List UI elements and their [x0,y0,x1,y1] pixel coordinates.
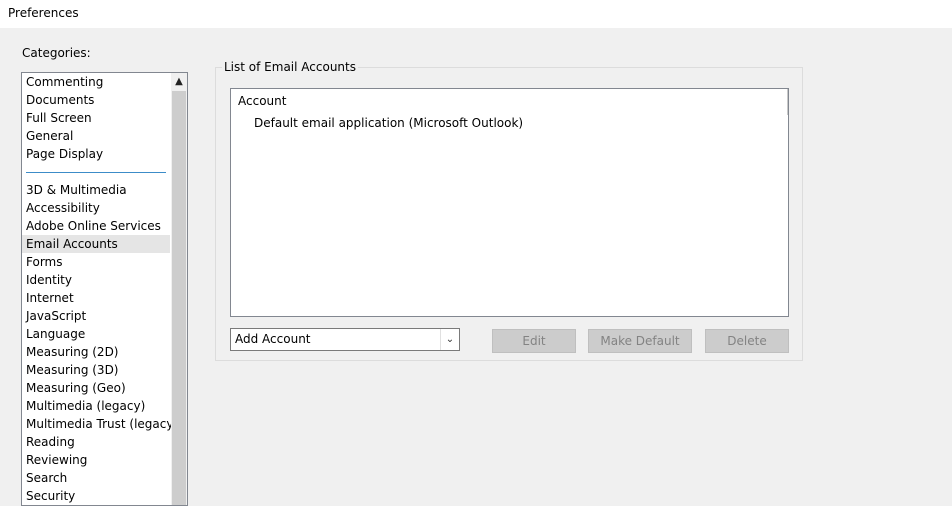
account-row[interactable]: Default email application (Microsoft Out… [254,116,523,130]
accounts-list[interactable]: Account Default email application (Micro… [230,88,789,317]
category-item[interactable]: Accessibility [22,199,170,217]
title-bar: Preferences [0,0,952,28]
edit-button[interactable]: Edit [492,329,576,353]
chevron-up-icon[interactable]: ▲ [171,73,187,90]
accounts-column-header: Account [238,94,287,108]
delete-button[interactable]: Delete [705,329,789,353]
category-item[interactable]: Adobe Online Services [22,217,170,235]
make-default-button[interactable]: Make Default [588,329,692,353]
category-item[interactable]: Multimedia (legacy) [22,397,170,415]
add-account-dropdown[interactable]: Add Account ⌄ [230,328,460,351]
category-item[interactable]: Language [22,325,170,343]
category-item[interactable]: Multimedia Trust (legacy) [22,415,178,433]
category-item[interactable]: Documents [22,91,170,109]
chevron-down-icon[interactable]: ⌄ [440,329,459,350]
category-item[interactable]: Forms [22,253,170,271]
category-item[interactable]: JavaScript [22,307,170,325]
categories-label: Categories: [22,46,91,60]
categories-scrollbar[interactable]: ▲ [171,73,187,505]
group-title: List of Email Accounts [222,60,358,74]
category-item[interactable]: Measuring (3D) [22,361,170,379]
category-item[interactable]: Internet [22,289,170,307]
category-item[interactable]: General [22,127,170,145]
category-item[interactable]: Search [22,469,170,487]
category-item[interactable]: Page Display [22,145,170,163]
categories-list[interactable]: Commenting Documents Full Screen General Pag… [21,72,188,506]
category-item[interactable]: 3D & Multimedia [22,181,170,199]
list-divider [787,89,788,115]
categories-items: Commenting Documents Full Screen General Pag… [22,73,178,505]
category-item[interactable]: Full Screen [22,109,170,127]
category-item[interactable]: Reviewing [22,451,170,469]
category-separator [22,163,170,181]
category-item[interactable]: Measuring (Geo) [22,379,170,397]
category-item[interactable]: Measuring (2D) [22,343,170,361]
add-account-value: Add Account [235,332,311,346]
category-item[interactable]: Reading [22,433,170,451]
scroll-thumb[interactable] [172,91,186,505]
window-title: Preferences [8,6,79,20]
category-item[interactable]: Identity [22,271,170,289]
category-item[interactable]: Security [22,487,170,505]
category-item[interactable]: Commenting [22,73,170,91]
category-item[interactable]: Email Accounts [22,235,170,253]
